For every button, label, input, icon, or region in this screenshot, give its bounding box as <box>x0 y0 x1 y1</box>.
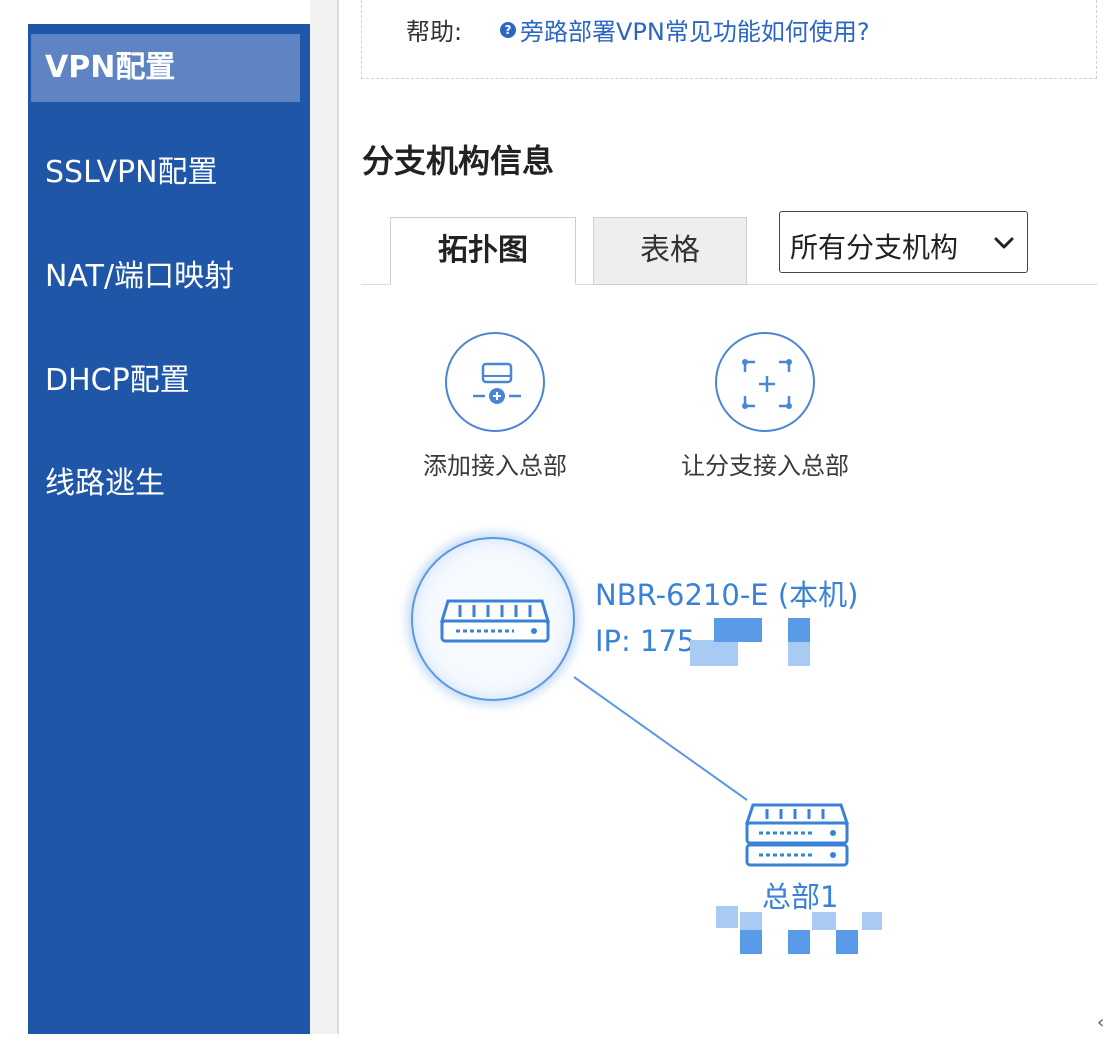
topology-link-line <box>573 676 748 801</box>
page: VPN配置 SSLVPN配置 NAT/端口映射 DHCP配置 线路逃生 帮助: … <box>0 0 1108 1054</box>
resize-handle-icon: ‹ <box>1097 1012 1105 1033</box>
local-device-node[interactable] <box>411 537 575 701</box>
hq-label: 总部1 <box>762 880 839 914</box>
local-device-name: NBR-6210-E (本机) <box>595 578 859 612</box>
router-icon <box>439 599 551 643</box>
local-device-ip: IP: 175 <box>595 624 696 658</box>
server-stack-icon[interactable] <box>743 801 851 873</box>
